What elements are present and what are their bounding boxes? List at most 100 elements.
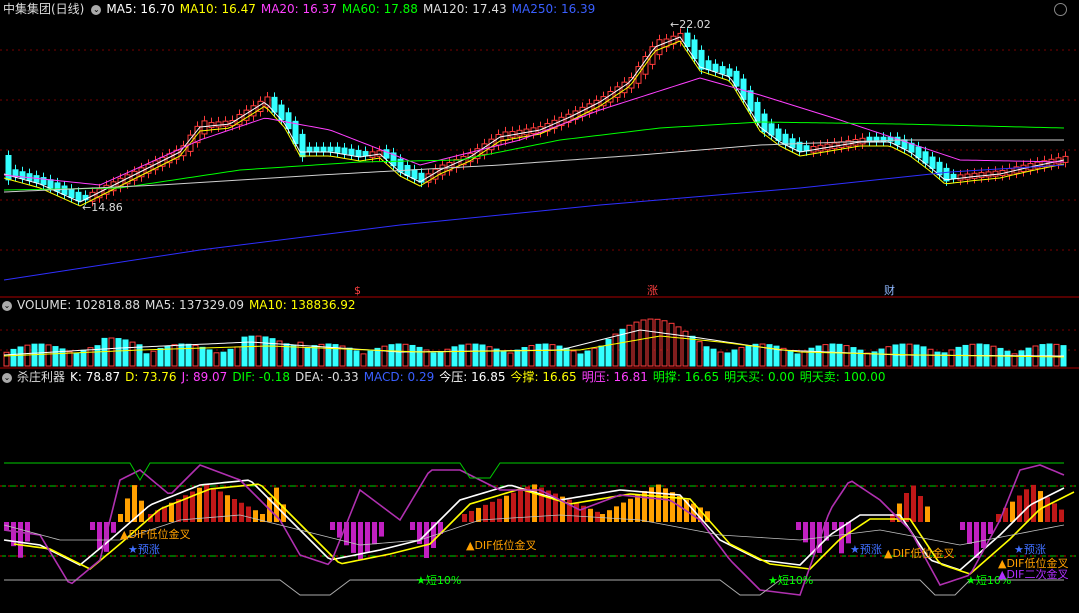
- macd-histogram-bar: [832, 522, 837, 530]
- volume-bar: [787, 350, 794, 367]
- macd-histogram-bar: [574, 502, 579, 522]
- volume-bar: [311, 345, 318, 367]
- signal-dif-low-gold: ▲DIF低位金叉: [120, 528, 191, 541]
- candle-body: [334, 146, 341, 153]
- collapse-icon[interactable]: ⌄: [2, 300, 12, 311]
- signal-dif-low-gold: ▲DIF低位金叉: [466, 539, 537, 552]
- collapse-icon[interactable]: ⌄: [91, 4, 102, 15]
- candle-body: [922, 151, 929, 164]
- k-value: K: 78.87: [70, 370, 121, 384]
- indicator-name: 杀庄利器: [17, 370, 66, 384]
- volume-bar: [52, 346, 59, 367]
- volume-bar: [101, 337, 108, 367]
- volume-bar: [1018, 350, 1025, 367]
- volume-bar: [850, 347, 857, 367]
- volume-bar: [668, 322, 675, 367]
- upper-bound-line: [4, 462, 1064, 481]
- volume-bar: [948, 349, 955, 367]
- candle-body: [201, 120, 208, 135]
- volume-bar: [276, 340, 283, 367]
- candle-body: [950, 173, 957, 180]
- macd-histogram-bar: [372, 522, 377, 545]
- ma120-value: MA120: 17.43: [422, 2, 507, 16]
- volume-bar: [1039, 344, 1046, 367]
- low-price-label: ←14.86: [82, 201, 123, 214]
- macd-histogram-bar: [1024, 489, 1029, 522]
- candle-body: [320, 146, 327, 152]
- volume-bar: [451, 346, 458, 367]
- volume-bar: [353, 350, 360, 367]
- volume-bar: [647, 318, 654, 367]
- event-marker-dollar[interactable]: $: [352, 284, 363, 297]
- event-marker-cai[interactable]: 财: [882, 284, 897, 297]
- volume-bar: [717, 351, 724, 367]
- volume-bar: [122, 339, 129, 367]
- volume-bar: [17, 346, 24, 367]
- candle-body: [327, 146, 334, 152]
- volume-bar: [626, 324, 633, 367]
- candle-body: [222, 120, 229, 127]
- volume-bar: [157, 347, 164, 367]
- volume-bar: [465, 343, 472, 367]
- volume-bar: [878, 348, 885, 367]
- volume-bar: [136, 344, 143, 367]
- volume-bar: [248, 335, 255, 367]
- volume-bar: [864, 352, 871, 367]
- volume-bar: [206, 349, 213, 367]
- volume-bar: [738, 346, 745, 367]
- candle-body: [47, 179, 54, 189]
- candle-body: [992, 170, 999, 177]
- volume-bar: [731, 349, 738, 367]
- volume-bar: [696, 341, 703, 367]
- volume-bar: [843, 345, 850, 367]
- macd-histogram-bar: [588, 508, 593, 522]
- settings-icon[interactable]: [1054, 3, 1067, 16]
- mts-value: 明天卖: 100.00: [799, 370, 886, 384]
- collapse-icon[interactable]: ⌄: [2, 372, 12, 383]
- ma10-value: MA10: 16.47: [179, 2, 256, 16]
- macd-histogram-bar: [614, 506, 619, 522]
- volume-bar: [997, 347, 1004, 367]
- volume-bar: [94, 345, 101, 367]
- volume-value: VOLUME: 102818.88: [17, 298, 140, 312]
- volume-bar: [710, 348, 717, 367]
- macd-histogram-bar: [111, 522, 116, 533]
- macd-histogram-bar: [253, 510, 258, 522]
- macd-histogram-bar: [974, 522, 979, 558]
- volume-bar: [556, 345, 563, 367]
- macd-histogram-bar: [1052, 503, 1057, 522]
- macd-histogram-bar: [656, 484, 661, 522]
- candle-body: [341, 147, 348, 155]
- volume-bar: [388, 344, 395, 367]
- macd-histogram-bar: [118, 514, 123, 522]
- macd-value: MACD: 0.29: [363, 370, 435, 384]
- volume-bar: [563, 347, 570, 367]
- candle-body: [768, 123, 775, 136]
- volume-bar: [661, 320, 668, 367]
- volume-bar: [892, 344, 899, 367]
- signal-dif-second-gold: ▲DIF二次金叉: [998, 568, 1069, 581]
- macd-histogram-bar: [90, 522, 95, 530]
- candle-body: [642, 55, 649, 75]
- candle-body: [313, 146, 320, 152]
- candle-body: [712, 63, 719, 73]
- volume-bar: [654, 318, 661, 367]
- macd-histogram-bar: [635, 494, 640, 522]
- mingcheng-value: 明撑: 16.65: [652, 370, 720, 384]
- candle-body: [355, 149, 362, 157]
- volume-bar: [570, 350, 577, 367]
- volume-bar: [640, 319, 647, 367]
- event-marker-zhang[interactable]: 涨: [645, 284, 660, 297]
- candle-body: [348, 148, 355, 156]
- macd-histogram-bar: [97, 522, 102, 550]
- macd-histogram-bar: [218, 491, 223, 522]
- volume-bar: [115, 338, 122, 367]
- mtm-value: 明天买: 0.00: [724, 370, 795, 384]
- volume-bar: [430, 352, 437, 367]
- price-panel-header: 中集集团(日线) ⌄ MA5: 16.70 MA10: 16.47 MA20: …: [0, 1, 600, 18]
- volume-bar: [185, 343, 192, 367]
- candle-body: [215, 121, 222, 128]
- jincheng-value: 今撑: 16.65: [510, 370, 577, 384]
- volume-bar: [150, 350, 157, 367]
- candle-body: [803, 145, 810, 152]
